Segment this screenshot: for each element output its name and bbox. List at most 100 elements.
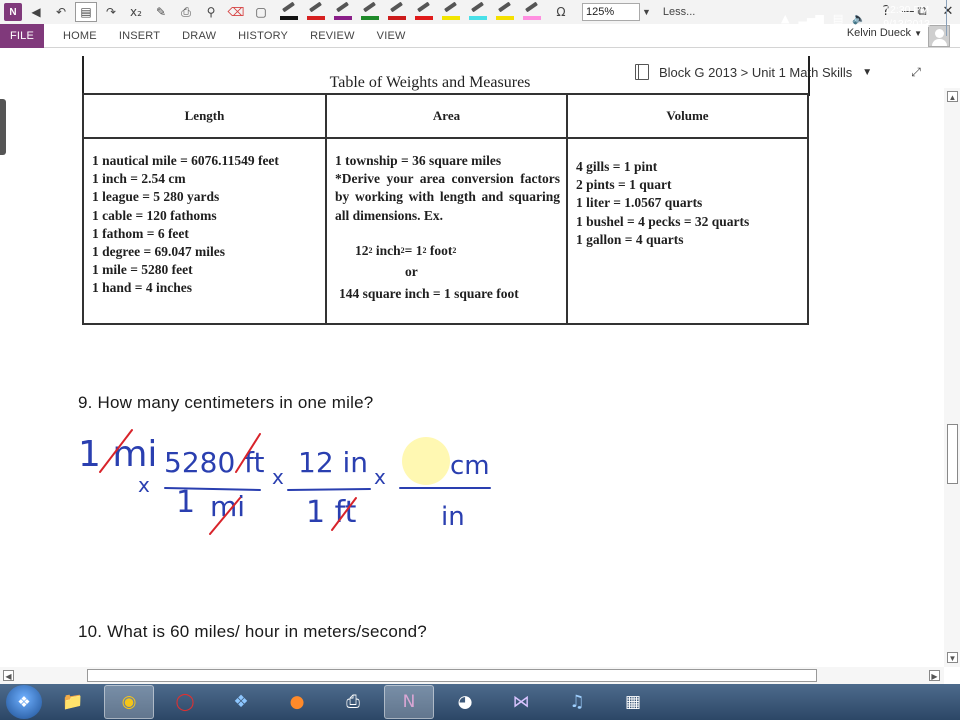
list-item: 1 inch = 2.54 cm xyxy=(92,171,186,187)
list-item: 1 league = 5 280 yards xyxy=(92,189,220,205)
list-item: 1 degree = 69.047 miles xyxy=(92,244,226,260)
select-icon[interactable]: ▤ xyxy=(75,2,97,22)
lasso-icon[interactable]: ⚲ xyxy=(200,2,222,22)
expand-icon[interactable]: ⤢ xyxy=(906,62,926,82)
tab-insert[interactable]: INSERT xyxy=(108,24,171,48)
onenote-logo-icon: N xyxy=(4,3,22,21)
itunes-icon[interactable]: ♫ xyxy=(552,685,602,719)
pen-1-icon[interactable] xyxy=(279,1,299,22)
hw-times: x xyxy=(138,473,150,497)
area-example: 122 inch2= 12 foot2 xyxy=(355,242,457,258)
tab-file[interactable]: FILE xyxy=(0,23,44,48)
scroll-thumb[interactable] xyxy=(87,669,817,682)
list-item: 1 hand = 4 inches xyxy=(92,280,192,296)
eraser-icon[interactable]: ⌫ xyxy=(225,2,247,22)
scroll-up-icon[interactable]: ▲ xyxy=(947,91,958,102)
measures-table-image: Table of Weights and Measures Length Are… xyxy=(82,56,810,325)
printer-app-icon[interactable]: ⎙ xyxy=(328,685,378,719)
signal-icon[interactable]: ▂▄▆ xyxy=(799,12,824,25)
pen-7-icon[interactable] xyxy=(441,1,461,22)
area-cell: 1 township = 36 square miles *Derive you… xyxy=(325,137,568,325)
tab-home[interactable]: HOME xyxy=(52,24,108,48)
pen-8-icon[interactable] xyxy=(468,1,488,22)
list-item: 1 fathom = 6 feet xyxy=(92,225,189,241)
question-10[interactable]: 10. What is 60 miles/ hour in meters/sec… xyxy=(78,622,427,642)
calculator-icon[interactable]: ▦ xyxy=(608,685,658,719)
zoom-dropdown[interactable]: 125% xyxy=(582,3,640,21)
pen-2-icon[interactable] xyxy=(306,1,326,22)
table-border xyxy=(808,56,810,96)
bowtie-icon[interactable]: ⋈ xyxy=(496,685,546,719)
header-length: Length xyxy=(82,93,327,139)
hw-term: 1 xyxy=(176,485,195,520)
list-item: 1 mile = 5280 feet xyxy=(92,262,193,278)
tab-draw[interactable]: DRAW xyxy=(171,24,227,48)
hw-term: in xyxy=(441,502,465,532)
or-label: or xyxy=(405,264,418,280)
shapes-icon[interactable]: ▢ xyxy=(250,2,272,22)
redo-icon[interactable]: ↷ xyxy=(100,2,122,22)
scroll-thumb[interactable] xyxy=(947,424,958,484)
area-example-2: 144 square inch = 1 square foot xyxy=(339,286,519,302)
hw-term: 1 mi xyxy=(78,434,157,475)
hw-term: 1 ft xyxy=(306,495,357,530)
show-desktop-button[interactable] xyxy=(946,0,960,36)
file-explorer-icon[interactable]: 📁 xyxy=(48,685,98,719)
pen-10-icon[interactable] xyxy=(522,1,542,22)
header-volume: Volume xyxy=(566,93,809,139)
list-item: 1 gallon = 4 quarts xyxy=(576,231,684,247)
chrome-icon[interactable]: ◉ xyxy=(104,685,154,719)
pen-9-icon[interactable] xyxy=(495,1,515,22)
pen-4-icon[interactable] xyxy=(360,1,380,22)
pen-5-icon[interactable] xyxy=(387,1,407,22)
network-icon[interactable]: ▤ xyxy=(833,12,843,25)
paste-icon[interactable]: ✎ xyxy=(150,2,172,22)
clock-time: 12:30 PM xyxy=(884,4,930,16)
start-button[interactable]: ❖ xyxy=(6,685,42,719)
header-area: Area xyxy=(325,93,568,139)
show-hidden-icons[interactable]: ▲ xyxy=(781,12,789,25)
list-item: 1 township = 36 square miles xyxy=(335,153,502,168)
list-item: 1 nautical mile = 6076.11549 feet xyxy=(92,153,279,168)
handwriting-ink: 1 mi x 5280 ft 1 mi x 12 in 1 ft x cm in xyxy=(78,429,491,535)
zoom-value: 125% xyxy=(586,6,615,18)
back-icon[interactable]: ◀ xyxy=(25,2,47,22)
firefox-icon[interactable]: ● xyxy=(272,685,322,719)
scroll-left-icon[interactable]: ◀ xyxy=(3,670,14,681)
table-title: Table of Weights and Measures xyxy=(329,74,531,91)
tab-history[interactable]: HISTORY xyxy=(227,24,299,48)
clock[interactable]: 12:30 PM 9/13/2013 xyxy=(883,3,930,31)
print-icon[interactable]: ⎙ xyxy=(175,2,197,22)
onenote-taskbar-icon[interactable]: N xyxy=(384,685,434,719)
vertical-scrollbar[interactable]: ▲ ▼ xyxy=(944,88,960,667)
list-item: 1 cable = 120 fathoms xyxy=(92,207,217,223)
volume-icon[interactable]: 🔈 xyxy=(852,12,866,25)
chevron-down-icon[interactable]: ▼ xyxy=(862,67,872,78)
hw-times: x xyxy=(374,465,386,489)
taskbar: ❖ 📁 ◉ ◯ ❖ ● ⎙ N ◕ ⋈ ♫ ▦ xyxy=(0,684,960,720)
tab-view[interactable]: VIEW xyxy=(366,24,417,48)
area-note: *Derive your area conversion factors by … xyxy=(335,171,560,223)
clear-format-icon[interactable]: x₂ xyxy=(125,2,147,22)
pen-6-icon[interactable] xyxy=(414,1,434,22)
volume-cell: 4 gills = 1 pint 2 pints = 1 quart 1 lit… xyxy=(566,137,809,325)
fraction-line xyxy=(287,488,371,491)
undo-icon[interactable]: ↶ xyxy=(50,2,72,22)
hw-times: x xyxy=(272,465,284,489)
dropbox-icon[interactable]: ❖ xyxy=(216,685,266,719)
chevron-down-icon[interactable]: ▼ xyxy=(642,7,651,17)
page-handle[interactable] xyxy=(0,99,6,155)
hw-term: cm xyxy=(450,451,490,481)
horizontal-scrollbar[interactable]: ◀ ▶ xyxy=(0,667,944,684)
pen-palette xyxy=(272,1,542,22)
scroll-right-icon[interactable]: ▶ xyxy=(929,670,940,681)
opera-icon[interactable]: ◯ xyxy=(160,685,210,719)
omega-symbol-icon[interactable]: Ω xyxy=(550,2,572,22)
onenote-window: N ◀ ↶ ▤ ↷ x₂ ✎ ⎙ ⚲ ⌫ ▢ Ω 125% ▼ Less... … xyxy=(0,0,960,720)
less-button[interactable]: Less... xyxy=(663,6,695,18)
measures-table: Length Area Volume 1 nautical mile = 607… xyxy=(82,93,809,325)
scroll-down-icon[interactable]: ▼ xyxy=(947,652,958,663)
speedometer-icon[interactable]: ◕ xyxy=(440,685,490,719)
pen-3-icon[interactable] xyxy=(333,1,353,22)
tab-review[interactable]: REVIEW xyxy=(299,24,366,48)
